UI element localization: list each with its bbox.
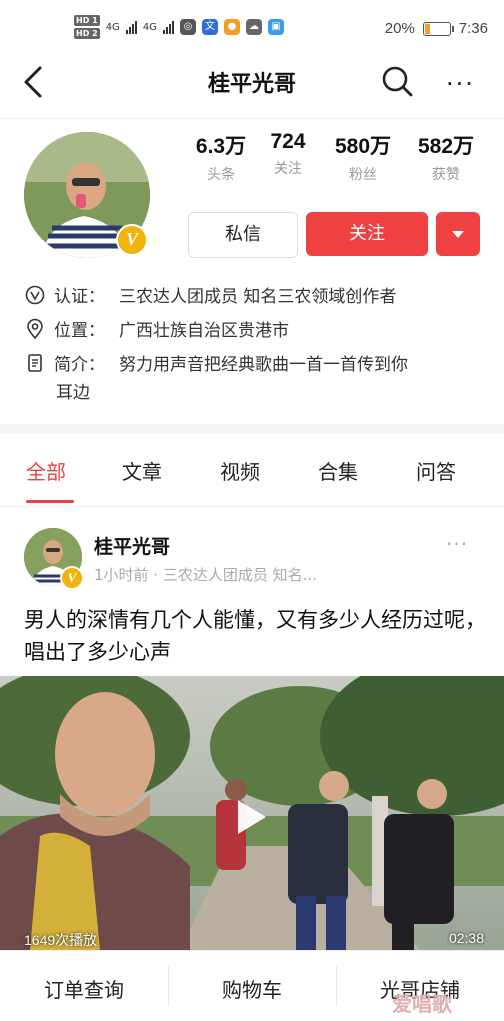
status-icons-left: HD 1 HD 2 4G 4G ◎ 文 ● ☁ ▣ bbox=[74, 14, 284, 40]
recommend-dropdown-button[interactable] bbox=[436, 212, 480, 256]
post-text[interactable]: 男人的深情有几个人能懂，又有多少人经历过呢，唱出了多少心声 bbox=[24, 604, 486, 668]
more-options-icon[interactable]: ··· bbox=[446, 70, 475, 98]
header-divider bbox=[0, 118, 504, 119]
info-location: 位置： 广西壮族自治区贵港市 bbox=[24, 316, 289, 341]
info-verification: 认证： 三农达人团成员 知名三农领域创作者 bbox=[24, 282, 396, 307]
signal-icon bbox=[125, 20, 137, 34]
tab-qa[interactable]: 问答 bbox=[416, 456, 456, 485]
page-title: 桂平光哥 bbox=[207, 72, 296, 97]
network-type-1: 4G bbox=[105, 21, 120, 33]
bottom-item-cart[interactable]: 购物车 bbox=[168, 974, 336, 1003]
stat-number: 582万 bbox=[417, 135, 475, 158]
post-verified-badge-icon: V bbox=[60, 566, 84, 590]
stat-label: 头条 bbox=[207, 167, 235, 183]
section-separator bbox=[0, 424, 504, 434]
bio-continued: 耳边 bbox=[56, 383, 90, 403]
search-icon[interactable] bbox=[380, 64, 414, 98]
stat-number: 580万 bbox=[334, 135, 392, 158]
stat-headlines[interactable]: 6.3万 头条 bbox=[186, 130, 256, 184]
stat-label: 关注 bbox=[274, 161, 302, 177]
hd-indicators: HD 1 HD 2 bbox=[74, 14, 100, 40]
verified-badge-icon: V bbox=[116, 224, 148, 256]
info-value: 三农达人团成员 知名三农领域创作者 bbox=[119, 287, 397, 307]
tab-all[interactable]: 全部 bbox=[26, 456, 66, 485]
battery-percent: 20% bbox=[384, 20, 415, 37]
stat-number: 6.3万 bbox=[195, 135, 247, 158]
stat-label: 获赞 bbox=[432, 167, 460, 183]
clock: 7:36 bbox=[458, 20, 488, 37]
verified-icon bbox=[25, 285, 45, 305]
info-value: 广西壮族自治区贵港市 bbox=[119, 321, 289, 341]
stat-following[interactable]: 724 关注 bbox=[260, 130, 316, 178]
play-icon[interactable] bbox=[238, 800, 266, 834]
network-type-2: 4G bbox=[142, 21, 157, 33]
blue-app-icon: ▣ bbox=[267, 19, 284, 35]
status-icons-right: 20% 7:36 bbox=[385, 20, 488, 37]
stat-label: 粉丝 bbox=[349, 167, 377, 183]
follow-button[interactable]: 关注 bbox=[306, 212, 428, 256]
info-key: 位置： bbox=[54, 321, 105, 341]
info-bio: 简介： 努力用声音把经典歌曲一首一首传到你 bbox=[24, 350, 408, 375]
status-bar: HD 1 HD 2 4G 4G ◎ 文 ● ☁ ▣ 20% 7:36 bbox=[0, 0, 504, 58]
bottom-item-orders[interactable]: 订单查询 bbox=[0, 974, 168, 1003]
post-meta: 1小时前 · 三农达人团成员 知名... bbox=[94, 566, 317, 584]
post-author-name[interactable]: 桂平光哥 bbox=[94, 532, 170, 559]
video-duration: 02:38 bbox=[448, 930, 484, 946]
video-play-count: 1649次播放 bbox=[24, 932, 98, 948]
profile-avatar[interactable]: V bbox=[24, 132, 150, 258]
stat-number: 724 bbox=[270, 130, 306, 153]
wechat-icon: ◎ bbox=[179, 19, 196, 35]
hd1-indicator: HD 1 bbox=[74, 15, 100, 26]
stat-likes[interactable]: 582万 获赞 bbox=[406, 130, 486, 184]
document-icon bbox=[28, 354, 42, 372]
active-tab-indicator bbox=[26, 500, 74, 503]
tabs-divider bbox=[0, 506, 504, 507]
watermark: 爱唱歌 bbox=[392, 992, 452, 1016]
location-icon bbox=[27, 318, 43, 340]
hd2-indicator: HD 2 bbox=[74, 28, 100, 39]
stat-followers[interactable]: 580万 粉丝 bbox=[324, 130, 402, 184]
info-key: 认证： bbox=[54, 287, 105, 307]
post-more-icon[interactable]: ··· bbox=[446, 532, 468, 556]
info-key: 简介： bbox=[54, 355, 105, 375]
tab-collections[interactable]: 合集 bbox=[318, 456, 358, 485]
orange-app-icon: ● bbox=[223, 19, 240, 35]
message-button[interactable]: 私信 bbox=[188, 212, 298, 258]
info-value: 努力用声音把经典歌曲一首一首传到你 bbox=[119, 355, 408, 375]
tab-videos[interactable]: 视频 bbox=[220, 456, 260, 485]
cloud-icon: ☁ bbox=[245, 19, 262, 35]
signal-icon-2 bbox=[162, 20, 174, 34]
translate-icon: 文 bbox=[201, 19, 218, 35]
battery-icon bbox=[422, 21, 454, 36]
tab-articles[interactable]: 文章 bbox=[122, 456, 162, 485]
